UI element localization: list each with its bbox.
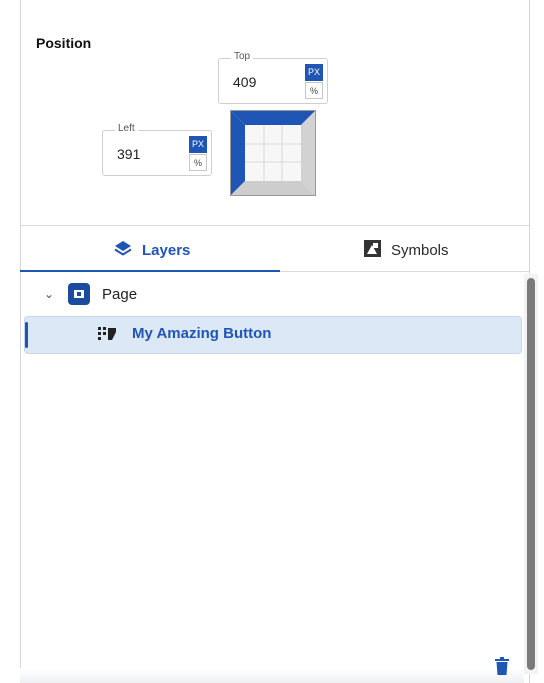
anchor-bottom-edge [231,181,315,195]
left-field-label: Left [115,123,138,134]
anchor-top-edge [231,111,315,125]
scrollbar-thumb[interactable] [527,278,535,670]
top-unit-toggle[interactable]: PX % [305,64,323,99]
tab-symbols-label: Symbols [391,241,449,259]
top-position-field[interactable]: Top 409 PX % [218,51,328,104]
top-unit-px[interactable]: PX [305,64,323,81]
tab-underline [280,271,530,272]
page-icon [68,283,90,305]
section-divider [20,225,530,226]
section-title: Position [36,35,92,51]
tree-row-page[interactable]: ⌄ Page [42,283,137,305]
anchor-right-edge [301,111,315,195]
tab-layers[interactable]: Layers [114,238,190,262]
tab-symbols[interactable]: Symbols [364,238,449,262]
trash-icon[interactable] [495,657,509,680]
left-field-value[interactable]: 391 [117,146,140,162]
tab-indicator [20,270,280,272]
tree-page-label: Page [102,285,138,303]
anchor-left-edge [231,111,245,195]
chevron-down-icon[interactable]: ⌄ [42,287,56,301]
layers-icon [114,240,132,260]
top-field-label: Top [231,51,254,62]
panel-footer [20,668,524,683]
selection-indicator [25,322,28,348]
tab-layers-label: Layers [142,241,191,259]
left-unit-percent[interactable]: % [189,154,207,171]
position-anchor-box[interactable] [230,110,316,196]
symbols-icon [364,239,381,261]
left-unit-px[interactable]: PX [189,136,207,153]
left-unit-toggle[interactable]: PX % [189,136,207,171]
tree-item-label: My Amazing Button [132,325,272,342]
top-field-value[interactable]: 409 [233,74,256,90]
top-unit-percent[interactable]: % [305,82,323,99]
component-icon [97,326,117,347]
left-position-field[interactable]: Left 391 PX % [102,123,212,176]
